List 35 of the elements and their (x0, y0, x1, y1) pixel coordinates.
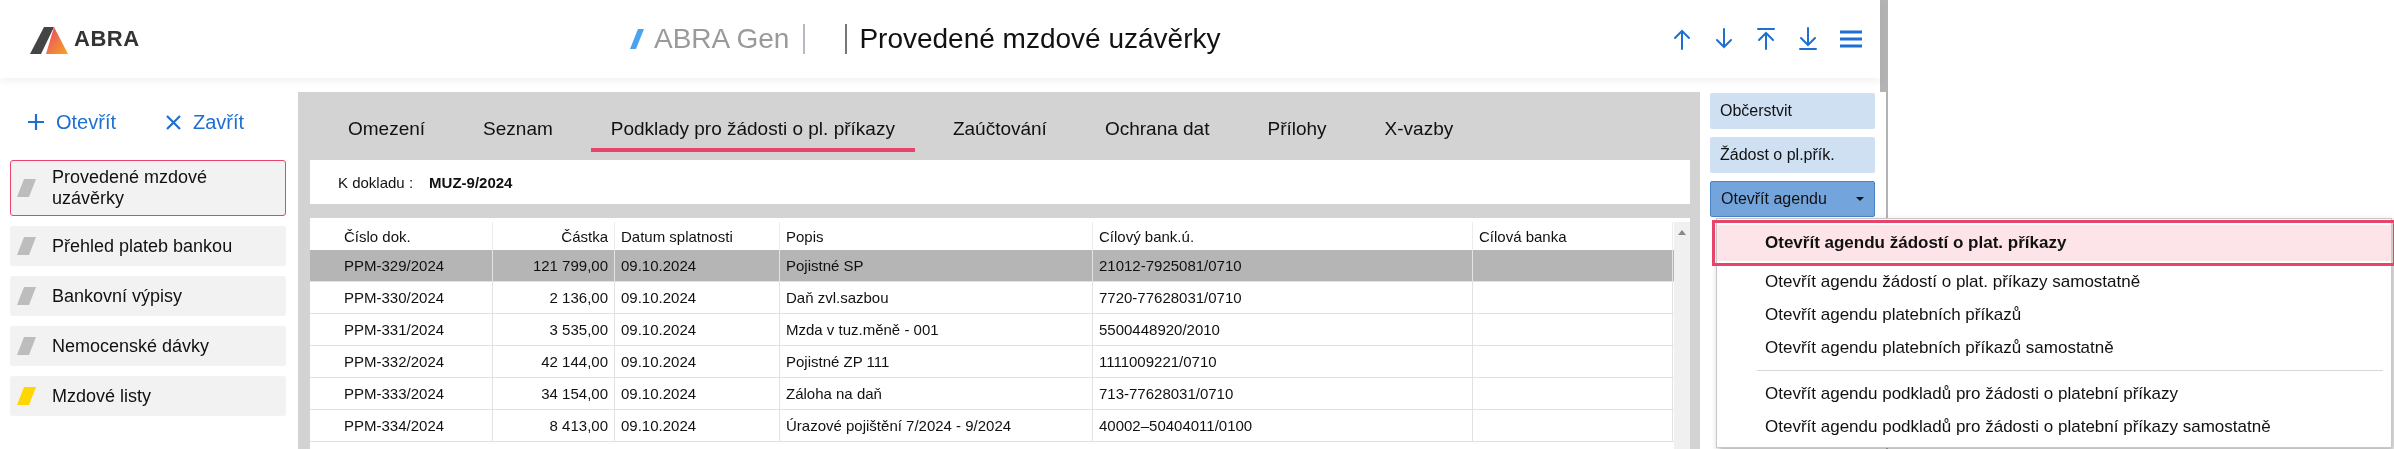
table-cell: 09.10.2024 (615, 378, 780, 409)
table-cell: Mzda v tuz.měně - 001 (780, 314, 1093, 345)
table-cell: 09.10.2024 (615, 250, 780, 281)
table-cell: 7720-77628031/0710 (1093, 282, 1473, 313)
table-cell: 2 136,00 (493, 282, 615, 313)
product-name: ABRA Gen (654, 23, 790, 55)
field-value: MUZ-9/2024 (429, 173, 513, 191)
table-cell: 40002–50404011/0100 (1093, 410, 1473, 441)
table-cell: 3 535,00 (493, 314, 615, 345)
table-cell: PPM-333/2024 (338, 378, 493, 409)
table-cell: 21012-7925081/0710 (1093, 250, 1473, 281)
table-cell: 09.10.2024 (615, 282, 780, 313)
table-cell: PPM-331/2024 (338, 314, 493, 345)
field-label: K dokladu : (338, 173, 414, 191)
table-cell: Záloha na daň (780, 378, 1093, 409)
table-cell: 5500448920/2010 (1093, 314, 1473, 345)
table-cell: 09.10.2024 (615, 314, 780, 345)
table-cell: PPM-332/2024 (338, 346, 493, 377)
table-cell: 42 144,00 (493, 346, 615, 377)
table-cell: PPM-334/2024 (338, 410, 493, 441)
table-cell: Úrazové pojištění 7/2024 - 9/2024 (780, 410, 1093, 441)
table-cell: 09.10.2024 (615, 410, 780, 441)
table-cell: 713-77628031/0710 (1093, 378, 1473, 409)
table-cell: 8 413,00 (493, 410, 615, 441)
logo-text: ABRA (74, 26, 140, 52)
table-cell: 1111009221/0710 (1093, 346, 1473, 377)
table-cell: Pojistné ZP 111 (780, 346, 1093, 377)
table-cell: PPM-330/2024 (338, 282, 493, 313)
table-cell: PPM-329/2024 (338, 250, 493, 281)
table-cell: 121 799,00 (493, 250, 615, 281)
table-cell: 09.10.2024 (615, 346, 780, 377)
table-cell: 34 154,00 (493, 378, 615, 409)
page-title: Provedené mzdové uzávěrky (859, 23, 1221, 55)
table-cell: Pojistné SP (780, 250, 1093, 281)
table-cell: Daň zvl.sazbou (780, 282, 1093, 313)
